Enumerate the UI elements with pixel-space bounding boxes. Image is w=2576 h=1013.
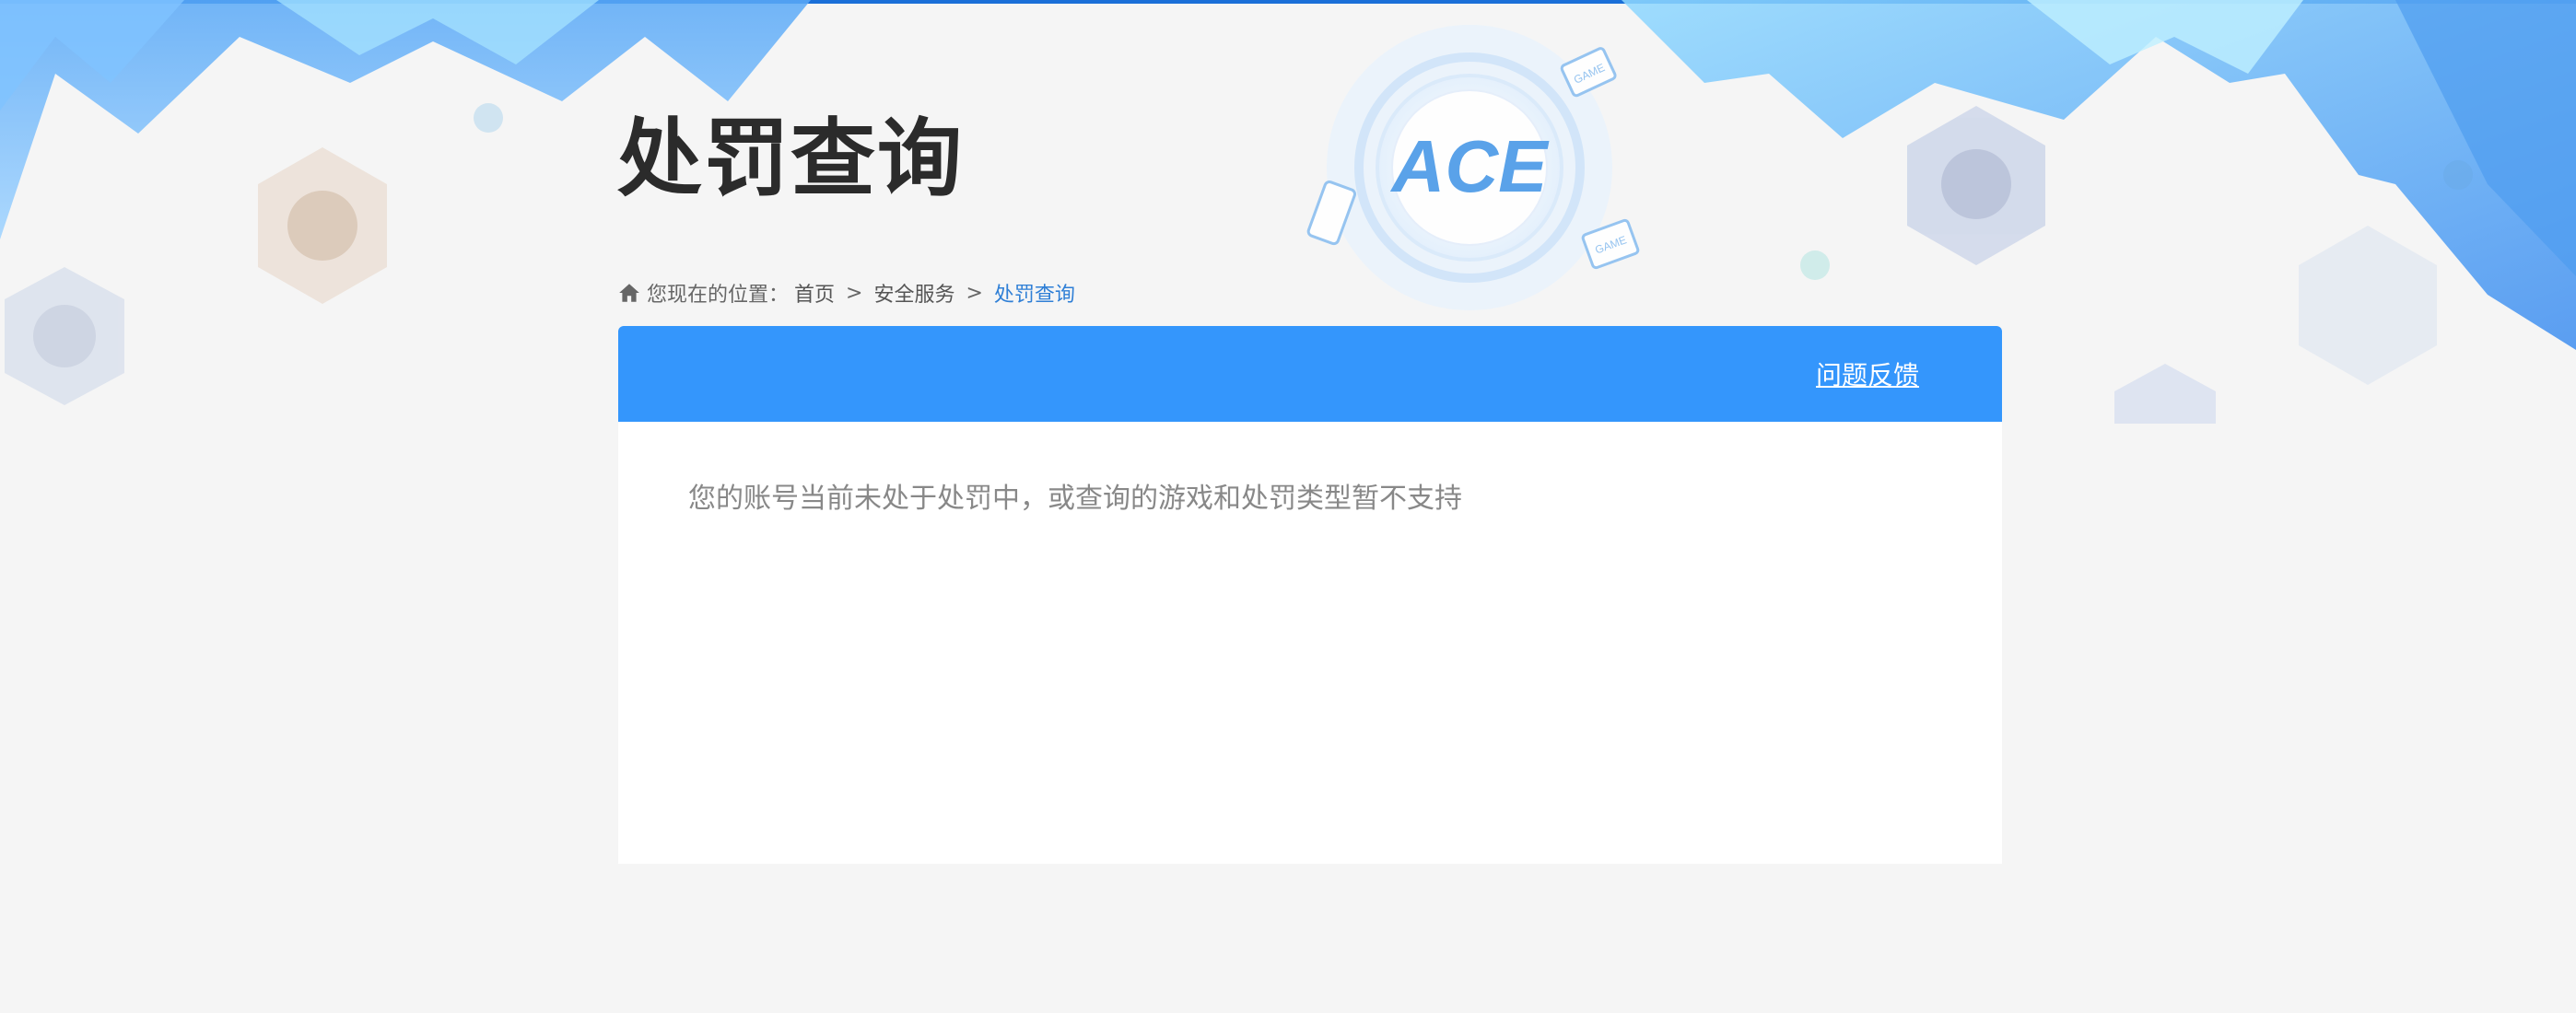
character-hexagon bbox=[2114, 364, 2216, 424]
character-hexagon bbox=[2299, 226, 2437, 385]
breadcrumb: 您现在的位置： 首页 > 安全服务 > 处罚查询 bbox=[617, 278, 1075, 308]
query-result-message: 您的账号当前未处于处罚中，或查询的游戏和处罚类型暂不支持 bbox=[688, 483, 1462, 515]
character-hexagon bbox=[258, 147, 387, 304]
home-icon bbox=[619, 284, 639, 302]
svg-text:ACE: ACE bbox=[1390, 125, 1551, 207]
ace-logo: ACE GAME GAME bbox=[1306, 25, 1640, 310]
breadcrumb-security-service[interactable]: 安全服务 bbox=[873, 278, 954, 308]
breadcrumb-separator: > bbox=[966, 281, 983, 305]
breadcrumb-home[interactable]: 首页 bbox=[794, 278, 835, 308]
panel-header: 问题反馈 bbox=[618, 326, 2002, 422]
breadcrumb-current: 处罚查询 bbox=[993, 284, 1075, 307]
result-panel: 问题反馈 您的账号当前未处于处罚中，或查询的游戏和处罚类型暂不支持 bbox=[618, 326, 2002, 864]
page: ACE GAME GAME 处罚查询 您现在的位置： 首页 > 安全服务 > 处… bbox=[0, 0, 2576, 1013]
breadcrumb-separator: > bbox=[846, 281, 863, 305]
feedback-link[interactable]: 问题反馈 bbox=[1816, 355, 1919, 392]
character-hexagon bbox=[5, 267, 124, 405]
page-title: 处罚查询 bbox=[617, 110, 965, 208]
breadcrumb-prefix: 您现在的位置： bbox=[647, 284, 790, 307]
character-hexagon bbox=[1907, 106, 2045, 265]
